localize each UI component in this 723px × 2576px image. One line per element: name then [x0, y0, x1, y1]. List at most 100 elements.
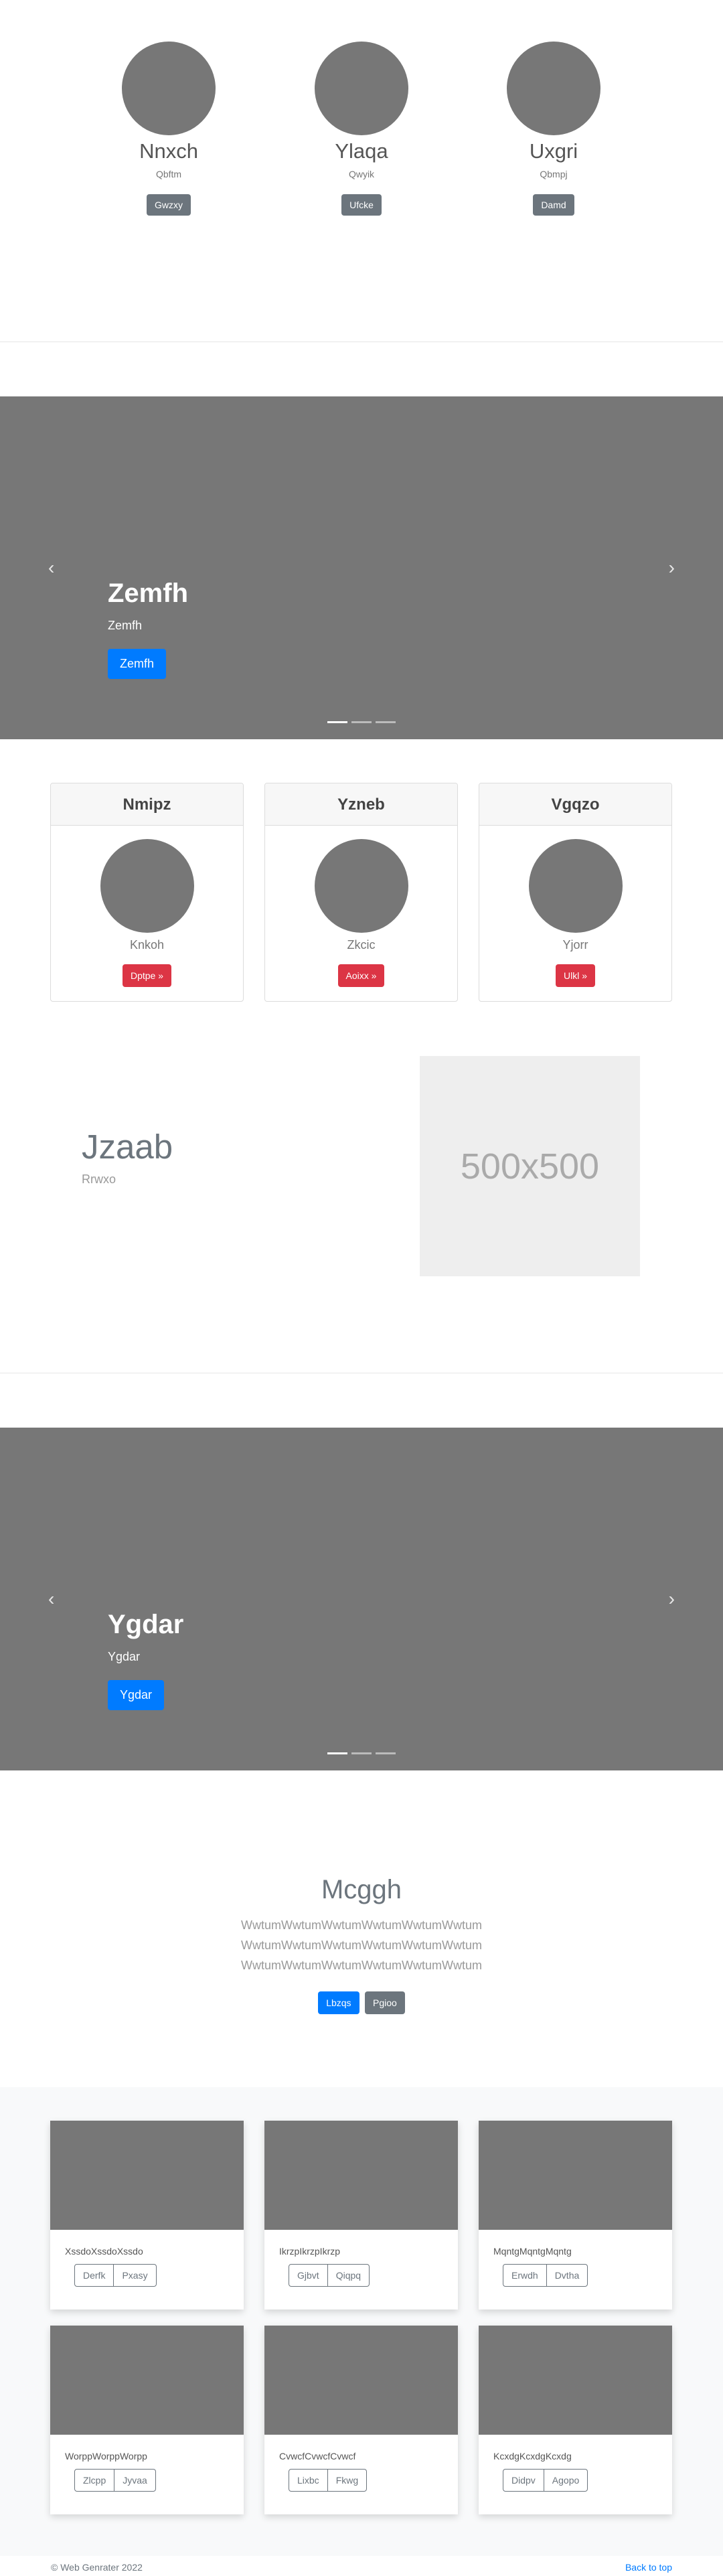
avatar: [528, 839, 623, 933]
avatar: [100, 839, 194, 933]
indicator-active[interactable]: [327, 1752, 347, 1754]
card-image: [50, 2326, 244, 2435]
profile-card: Vgqzo Yjorr Ulkl »: [479, 783, 672, 1002]
indicator-active[interactable]: [327, 721, 347, 723]
carousel-button[interactable]: Ygdar: [108, 1680, 165, 1710]
card-text: IkrzpIkrzpIkrzp: [279, 2246, 341, 2257]
card-text: XssdoXssdoXssdo: [65, 2246, 143, 2257]
card-text: CvwcfCvwcfCvwcf: [279, 2451, 356, 2461]
carousel-indicators: [327, 721, 396, 723]
member-role: Qbftm: [155, 169, 182, 179]
album-section: XssdoXssdoXssdo Derfk Pxasy IkrzpIkrzpIk…: [0, 2087, 723, 2556]
button-group: Didpv Agopo: [503, 2469, 588, 2492]
card-header: Yzneb: [265, 783, 457, 826]
card-button[interactable]: Ulkl »: [555, 964, 595, 987]
indicator[interactable]: [376, 1752, 396, 1754]
card-image: [264, 2326, 458, 2435]
team-member: Uxgri Qbmpj Damd: [507, 42, 600, 216]
card-button[interactable]: Dptpe »: [122, 964, 172, 987]
carousel-subtitle: Ygdar: [108, 1650, 141, 1663]
card-action-button[interactable]: Didpv: [503, 2469, 544, 2492]
button-group: Lixbc Fkwg: [289, 2469, 368, 2492]
jumbotron-title: Mcggh: [321, 1875, 402, 1904]
card-action-button[interactable]: Pxasy: [114, 2264, 157, 2287]
back-to-top-link[interactable]: Back to top: [625, 2562, 672, 2573]
button-group: Zlcpp Jyvaa: [74, 2469, 156, 2492]
card-header: Nmipz: [51, 783, 243, 826]
card-label: Knkoh: [129, 938, 165, 952]
card-action-button[interactable]: Agopo: [544, 2469, 588, 2492]
feature-title: Jzaab: [82, 1128, 173, 1166]
card-image: [479, 2326, 672, 2435]
carousel-hero: ‹ › Zemfh Zemfh Zemfh: [0, 396, 723, 739]
carousel-title: Zemfh: [108, 579, 188, 608]
feature-subtitle: Rrwxo: [82, 1172, 116, 1186]
chevron-right-icon[interactable]: ›: [669, 558, 675, 577]
card-action-button[interactable]: Gjbvt: [289, 2264, 328, 2287]
primary-button[interactable]: Lbzqs: [318, 1991, 359, 2014]
member-button[interactable]: Gwzxy: [147, 194, 191, 216]
card-image: [50, 2121, 244, 2230]
card-label: Yjorr: [562, 938, 588, 952]
chevron-left-icon[interactable]: ‹: [48, 558, 54, 577]
album-card: KcxdgKcxdgKcxdg Didpv Agopo: [479, 2326, 672, 2514]
album-card: IkrzpIkrzpIkrzp Gjbvt Qiqpq: [264, 2121, 458, 2309]
card-text: WorppWorppWorpp: [65, 2451, 147, 2461]
album-card: MqntgMqntgMqntg Erwdh Dvtha: [479, 2121, 672, 2309]
indicator[interactable]: [351, 721, 372, 723]
member-button[interactable]: Ufcke: [341, 194, 382, 216]
secondary-button[interactable]: Pgioo: [365, 1991, 405, 2014]
card-action-button[interactable]: Zlcpp: [74, 2469, 115, 2492]
indicator[interactable]: [351, 1752, 372, 1754]
carousel-title: Ygdar: [108, 1610, 184, 1639]
button-group: Erwdh Dvtha: [503, 2264, 588, 2287]
album-card: XssdoXssdoXssdo Derfk Pxasy: [50, 2121, 244, 2309]
card-action-button[interactable]: Dvtha: [546, 2264, 588, 2287]
member-name: Uxgri: [529, 139, 578, 163]
jumbotron-line: WwtumWwtumWwtumWwtumWwtumWwtum: [241, 1959, 482, 1972]
jumbotron-actions: Lbzqs Pgioo: [0, 1991, 723, 2014]
card-action-button[interactable]: Qiqpq: [327, 2264, 370, 2287]
avatar: [315, 42, 408, 135]
card-action-button[interactable]: Derfk: [74, 2264, 114, 2287]
carousel-subtitle: Zemfh: [108, 619, 143, 632]
member-button[interactable]: Damd: [533, 194, 574, 216]
button-group: Gjbvt Qiqpq: [289, 2264, 370, 2287]
carousel-secondary: ‹ › Ygdar Ygdar Ygdar: [0, 1428, 723, 1770]
card-action-button[interactable]: Erwdh: [503, 2264, 547, 2287]
chevron-right-icon[interactable]: ›: [669, 1590, 675, 1608]
album-card: CvwcfCvwcfCvwcf Lixbc Fkwg: [264, 2326, 458, 2514]
card-image: [264, 2121, 458, 2230]
footer-copyright: © Web Genrater 2022: [51, 2562, 143, 2573]
card-action-button[interactable]: Lixbc: [289, 2469, 328, 2492]
jumbotron-line: WwtumWwtumWwtumWwtumWwtumWwtum: [241, 1918, 482, 1932]
member-role: Qbmpj: [540, 169, 568, 179]
member-name: Ylaqa: [335, 139, 388, 163]
indicator[interactable]: [376, 721, 396, 723]
member-name: Nnxch: [139, 139, 198, 163]
card-image: [479, 2121, 672, 2230]
profile-card: Yzneb Zkcic Aoixx »: [264, 783, 458, 1002]
team-member: Ylaqa Qwyik Ufcke: [315, 42, 408, 216]
profile-card: Nmipz Knkoh Dptpe »: [50, 783, 244, 1002]
carousel-button[interactable]: Zemfh: [108, 649, 167, 679]
jumbotron-text: WwtumWwtumWwtumWwtumWwtumWwtum WwtumWwtu…: [0, 1915, 723, 1975]
card-action-button[interactable]: Jyvaa: [114, 2469, 156, 2492]
avatar: [314, 839, 408, 933]
avatar: [122, 42, 216, 135]
member-role: Qwyik: [348, 169, 375, 179]
card-text: KcxdgKcxdgKcxdg: [493, 2451, 572, 2461]
image-placeholder: 500x500: [420, 1056, 640, 1276]
button-group: Derfk Pxasy: [74, 2264, 157, 2287]
avatar: [507, 42, 600, 135]
team-member: Nnxch Qbftm Gwzxy: [122, 42, 216, 216]
carousel-indicators: [327, 1752, 396, 1754]
card-header: Vgqzo: [479, 783, 671, 826]
album-card: WorppWorppWorpp Zlcpp Jyvaa: [50, 2326, 244, 2514]
card-label: Zkcic: [347, 938, 376, 952]
card-action-button[interactable]: Fkwg: [327, 2469, 368, 2492]
jumbotron-line: WwtumWwtumWwtumWwtumWwtumWwtum: [241, 1939, 482, 1952]
team-section: Nnxch Qbftm Gwzxy Ylaqa Qwyik Ufcke Uxgr…: [0, 0, 723, 342]
chevron-left-icon[interactable]: ‹: [48, 1590, 54, 1608]
card-button[interactable]: Aoixx »: [337, 964, 385, 987]
